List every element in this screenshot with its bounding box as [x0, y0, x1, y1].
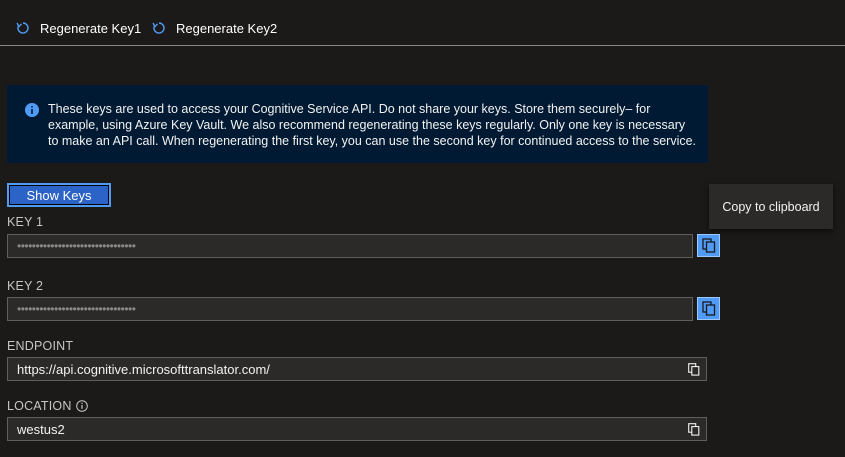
key1-field[interactable]: ••••••••••••••••••••••••••••••••: [7, 234, 693, 258]
info-icon[interactable]: [76, 400, 88, 412]
info-icon: [25, 103, 39, 117]
copy-icon: [701, 301, 715, 316]
regenerate-key1-label: Regenerate Key1: [40, 20, 142, 36]
info-banner-text: These keys are used to access your Cogni…: [48, 102, 697, 148]
refresh-icon: [152, 22, 165, 34]
key2-field[interactable]: ••••••••••••••••••••••••••••••••: [7, 297, 693, 321]
copy-key1-button[interactable]: [697, 234, 720, 257]
copy-icon[interactable]: [688, 423, 700, 436]
command-bar: Regenerate Key1 Regenerate Key2: [0, 0, 845, 45]
copy-key2-button[interactable]: [697, 297, 720, 320]
key1-label: KEY 1: [7, 215, 44, 229]
location-field[interactable]: westus2: [7, 417, 707, 441]
refresh-icon: [16, 22, 29, 34]
endpoint-value: https://api.cognitive.microsofttranslato…: [17, 361, 270, 377]
endpoint-label: ENDPOINT: [7, 339, 74, 353]
copy-tooltip: Copy to clipboard: [709, 184, 833, 229]
endpoint-field[interactable]: https://api.cognitive.microsofttranslato…: [7, 357, 707, 381]
key1-value: ••••••••••••••••••••••••••••••••: [17, 239, 136, 253]
copy-icon: [701, 238, 715, 253]
toolbar-divider: [0, 45, 845, 46]
regenerate-key2-label: Regenerate Key2: [176, 20, 278, 36]
key2-label: KEY 2: [7, 279, 44, 293]
regenerate-key1-button[interactable]: Regenerate Key1: [16, 17, 141, 39]
copy-icon[interactable]: [688, 363, 700, 376]
location-value: westus2: [17, 421, 65, 437]
regenerate-key2-button[interactable]: Regenerate Key2: [152, 17, 277, 39]
key2-value: ••••••••••••••••••••••••••••••••: [17, 302, 136, 316]
info-banner: These keys are used to access your Cogni…: [7, 85, 708, 163]
location-label: LOCATION: [7, 399, 72, 413]
show-keys-button[interactable]: Show Keys: [7, 183, 111, 207]
